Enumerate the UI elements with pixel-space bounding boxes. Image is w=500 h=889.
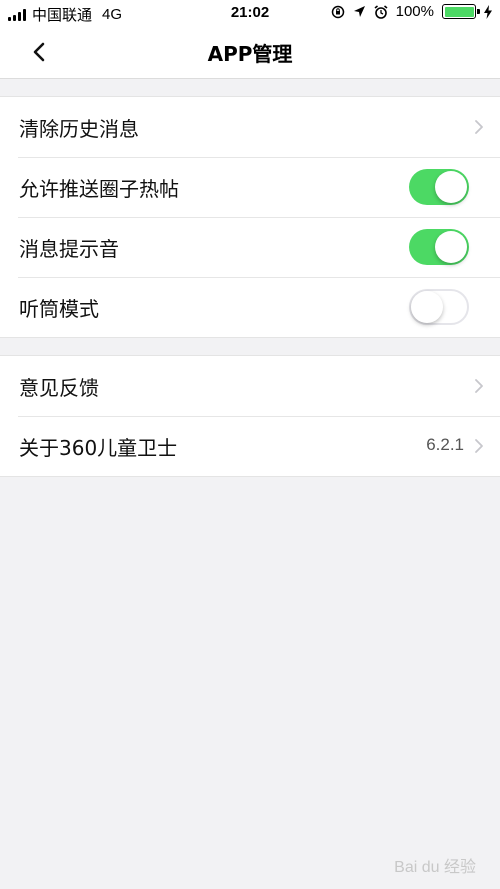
earpiece-mode-toggle[interactable] — [409, 289, 469, 325]
status-right: 100% — [331, 3, 492, 20]
feedback-row[interactable]: 意见反馈 — [0, 356, 500, 416]
rotation-lock-icon — [331, 5, 344, 18]
chevron-right-icon — [475, 120, 483, 134]
location-arrow-icon — [353, 6, 365, 17]
toggle-knob — [411, 291, 443, 323]
battery-percent: 100% — [395, 3, 434, 20]
earpiece-mode-row: 听筒模式 — [0, 277, 500, 337]
toggle-knob — [435, 171, 467, 203]
battery-icon — [442, 4, 480, 19]
charging-bolt-icon — [484, 4, 492, 19]
alarm-icon — [374, 4, 388, 19]
push-hot-posts-toggle[interactable] — [409, 169, 469, 205]
battery-fill — [444, 6, 474, 17]
settings-group-general: 清除历史消息 允许推送圈子热帖 消息提示音 听筒模式 — [0, 96, 500, 338]
toggle-knob — [435, 231, 467, 263]
page-title: APP管理 — [207, 42, 293, 66]
nav-bar: APP管理 — [0, 26, 500, 79]
settings-group-about: 意见反馈 关于360儿童卫士 6.2.1 — [0, 355, 500, 477]
about-app-row[interactable]: 关于360儿童卫士 6.2.1 — [0, 416, 500, 476]
push-hot-posts-label: 允许推送圈子热帖 — [19, 177, 179, 201]
status-bar: 中国联通 4G 21:02 100% — [0, 0, 500, 26]
feedback-label: 意见反馈 — [19, 376, 99, 400]
about-app-label: 关于360儿童卫士 — [19, 436, 178, 460]
earpiece-mode-label: 听筒模式 — [19, 297, 99, 321]
push-hot-posts-row: 允许推送圈子热帖 — [0, 157, 500, 217]
message-sound-row: 消息提示音 — [0, 217, 500, 277]
watermark: Bai du 经验 — [394, 859, 476, 876]
clear-history-row[interactable]: 清除历史消息 — [0, 97, 500, 157]
app-version: 6.2.1 — [426, 435, 464, 454]
clear-history-label: 清除历史消息 — [19, 117, 139, 141]
chevron-right-icon — [475, 379, 483, 393]
message-sound-label: 消息提示音 — [19, 237, 119, 261]
chevron-right-icon — [475, 439, 483, 453]
message-sound-toggle[interactable] — [409, 229, 469, 265]
